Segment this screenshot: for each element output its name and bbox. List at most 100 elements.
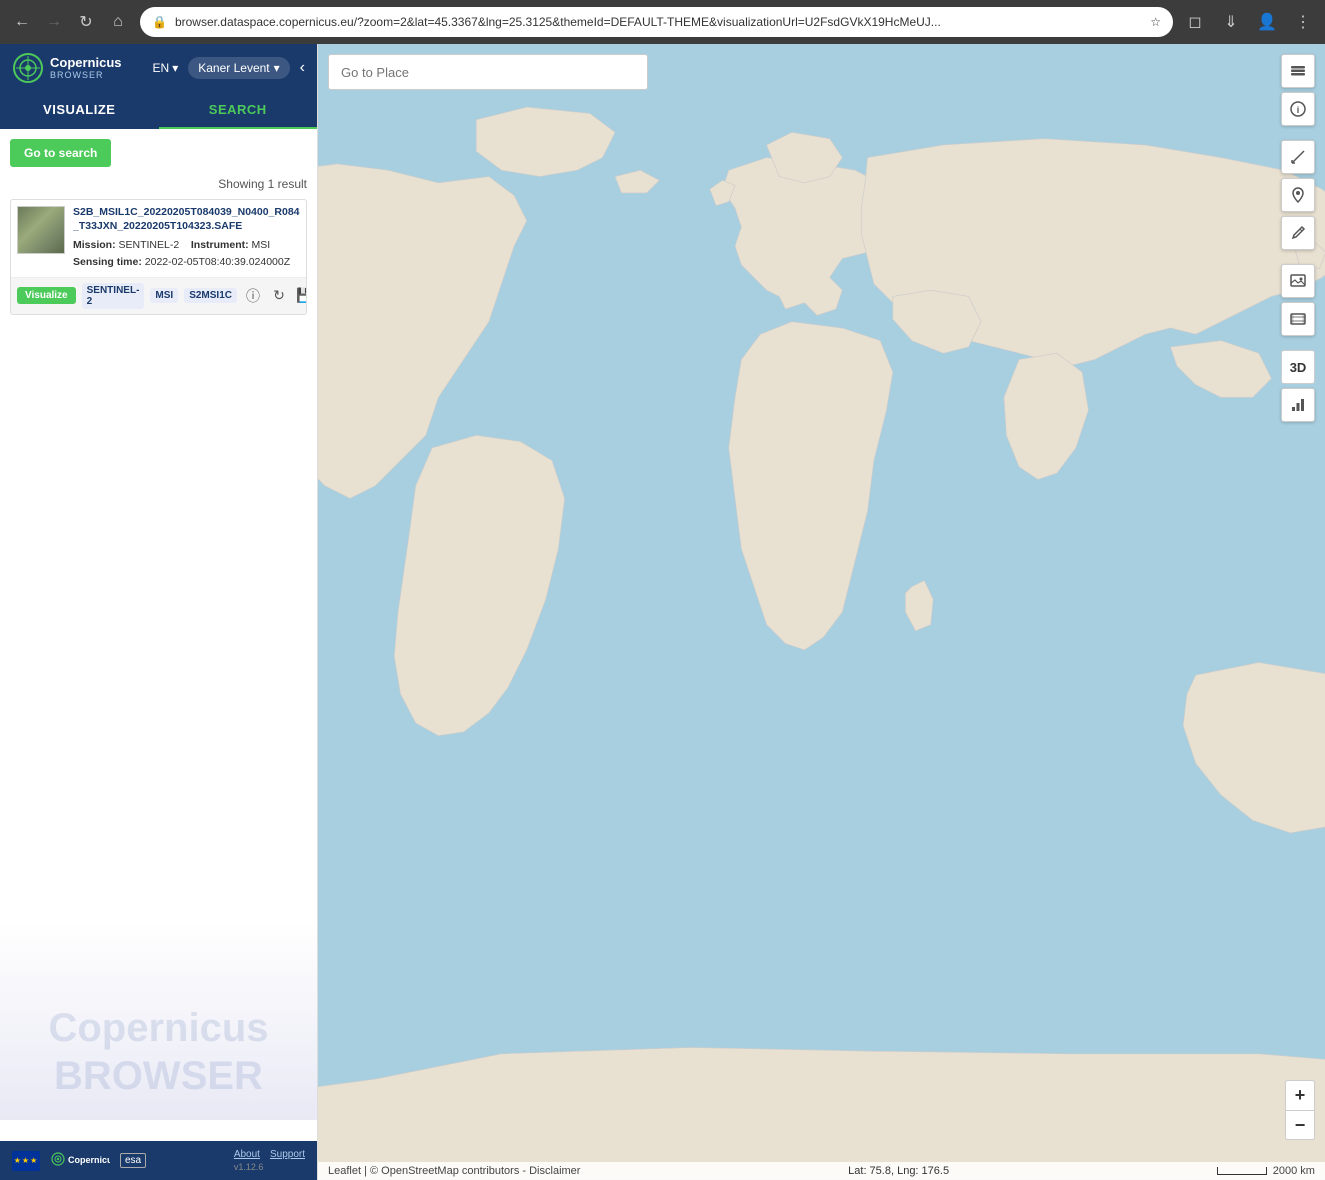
draw-icon xyxy=(1289,224,1307,242)
home-button[interactable]: ⌂ xyxy=(104,8,132,36)
map-scale: 2000 km xyxy=(1217,1165,1315,1177)
thumbnail-image xyxy=(18,207,64,253)
instrument-label: Instrument: xyxy=(191,239,249,251)
sensing-value: 2022-02-05T08:40:39.024000Z xyxy=(145,256,290,268)
result-actions: Visualize SENTINEL-2 MSI S2MSI1C ⓘ ↻ 💾 ⇓ xyxy=(11,277,306,314)
reload-button[interactable]: ↻ xyxy=(72,8,100,36)
sidebar-back-button[interactable]: ‹ xyxy=(300,59,305,77)
user-menu-button[interactable]: Kaner Levent ▾ xyxy=(188,57,289,79)
layers-button[interactable] xyxy=(1281,54,1315,88)
tag-sentinel2: SENTINEL-2 xyxy=(82,283,145,309)
location-button[interactable] xyxy=(1281,178,1315,212)
search-content: Go to search Showing 1 result S2B_MSIL1C… xyxy=(0,129,317,333)
watermark-logo-text: CopernicusBROWSER xyxy=(48,1004,268,1100)
lang-selector[interactable]: EN ▾ xyxy=(153,61,179,75)
user-name: Kaner Levent xyxy=(198,61,269,75)
sidebar-header: Copernicus BROWSER EN ▾ Kaner Levent ▾ ‹ xyxy=(0,44,317,92)
lang-text: EN xyxy=(153,61,170,75)
menu-button[interactable]: ⋮ xyxy=(1289,8,1317,36)
logo-sub: BROWSER xyxy=(50,70,122,80)
address-bar[interactable]: 🔒 browser.dataspace.copernicus.eu/?zoom=… xyxy=(140,7,1173,37)
sidebar-watermark: CopernicusBROWSER xyxy=(0,920,317,1120)
map-search-input[interactable] xyxy=(328,54,648,90)
browser-actions: ◻ ⇓ 👤 ⋮ xyxy=(1181,8,1317,36)
save-action-button[interactable]: 💾 xyxy=(295,286,307,306)
sidebar: Copernicus BROWSER EN ▾ Kaner Levent ▾ ‹… xyxy=(0,44,318,1180)
footer-logos: ★★★ Copernicus esa xyxy=(12,1151,146,1171)
logo-text-area: Copernicus BROWSER xyxy=(50,56,122,80)
map-toolbar-right: i xyxy=(1281,54,1315,422)
lang-arrow: ▾ xyxy=(172,61,178,75)
map-search-bar xyxy=(328,54,1265,90)
visualize-button[interactable]: Visualize xyxy=(17,287,76,304)
go-to-search-button[interactable]: Go to search xyxy=(10,139,111,167)
chart-button[interactable] xyxy=(1281,388,1315,422)
attribution-text: Leaflet | © OpenStreetMap contributors -… xyxy=(328,1165,580,1177)
eu-flag-icon: ★★★ xyxy=(12,1151,40,1171)
3d-button[interactable]: 3D xyxy=(1281,350,1315,384)
chart-icon xyxy=(1289,396,1307,414)
result-info: S2B_MSIL1C_20220205T084039_N0400_R084_T3… xyxy=(73,206,300,271)
map-area[interactable]: i xyxy=(318,44,1325,1180)
url-text: browser.dataspace.copernicus.eu/?zoom=2&… xyxy=(175,15,1142,29)
browser-nav-buttons: ← → ↻ ⌂ xyxy=(8,8,132,36)
location-icon xyxy=(1289,186,1307,204)
profile-button[interactable]: 👤 xyxy=(1253,8,1281,36)
copernicus-footer-icon: Copernicus xyxy=(50,1151,110,1167)
footer-esa-logo: esa xyxy=(120,1153,146,1168)
zoom-in-button[interactable]: + xyxy=(1285,1080,1315,1110)
star-icon[interactable]: ☆ xyxy=(1150,15,1161,29)
scale-label: 2000 km xyxy=(1273,1165,1315,1177)
support-link[interactable]: Support xyxy=(270,1149,305,1160)
user-arrow: ▾ xyxy=(274,61,280,75)
footer-links: About Support xyxy=(234,1149,305,1160)
svg-text:Copernicus: Copernicus xyxy=(68,1155,110,1165)
download-button[interactable]: ⇓ xyxy=(1217,8,1245,36)
result-card-top: S2B_MSIL1C_20220205T084039_N0400_R084_T3… xyxy=(11,200,306,277)
copernicus-logo-icon xyxy=(12,52,44,84)
image-search-icon xyxy=(1289,272,1307,290)
layers-icon xyxy=(1289,62,1307,80)
action-icons: ⓘ ↻ 💾 ⇓ xyxy=(243,286,307,306)
sensing-label: Sensing time: xyxy=(73,256,142,268)
main-layout: Copernicus BROWSER EN ▾ Kaner Levent ▾ ‹… xyxy=(0,44,1325,1180)
attribution-links: Leaflet | © OpenStreetMap contributors -… xyxy=(328,1165,580,1177)
info-icon: i xyxy=(1289,100,1307,118)
scale-bar xyxy=(1217,1167,1267,1175)
result-thumbnail xyxy=(17,206,65,254)
mission-value: SENTINEL-2 xyxy=(119,239,180,251)
tab-visualize[interactable]: VISUALIZE xyxy=(0,92,159,129)
lock-icon: 🔒 xyxy=(152,15,167,29)
instrument-value: MSI xyxy=(252,239,271,251)
tag-msi: MSI xyxy=(150,288,178,303)
measure-icon xyxy=(1289,148,1307,166)
zoom-out-button[interactable]: − xyxy=(1285,1110,1315,1140)
result-card: S2B_MSIL1C_20220205T084039_N0400_R084_T3… xyxy=(10,199,307,315)
compare-action-button[interactable]: ↻ xyxy=(269,286,289,306)
info-action-button[interactable]: ⓘ xyxy=(243,286,263,306)
footer-copernicus-logo: Copernicus xyxy=(50,1151,110,1170)
extensions-button[interactable]: ◻ xyxy=(1181,8,1209,36)
tab-search[interactable]: SEARCH xyxy=(159,92,318,129)
nav-tabs: VISUALIZE SEARCH xyxy=(0,92,317,129)
logo-area: Copernicus BROWSER xyxy=(12,52,122,84)
toolbar-separator-3 xyxy=(1281,340,1315,346)
about-link[interactable]: About xyxy=(234,1149,260,1160)
logo-brand: Copernicus xyxy=(50,56,122,70)
draw-button[interactable] xyxy=(1281,216,1315,250)
info-button[interactable]: i xyxy=(1281,92,1315,126)
back-button[interactable]: ← xyxy=(8,8,36,36)
sidebar-footer: ★★★ Copernicus esa About Support xyxy=(0,1141,317,1180)
result-title: S2B_MSIL1C_20220205T084039_N0400_R084_T3… xyxy=(73,206,300,233)
world-map-svg xyxy=(318,44,1325,1180)
results-info: Showing 1 result xyxy=(10,177,307,191)
footer-right: About Support v1.12.6 xyxy=(234,1149,305,1172)
measure-button[interactable] xyxy=(1281,140,1315,174)
image-search-button[interactable] xyxy=(1281,264,1315,298)
eu-stars: ★★★ xyxy=(14,1156,39,1165)
svg-text:i: i xyxy=(1297,105,1300,115)
forward-button[interactable]: → xyxy=(40,8,68,36)
film-button[interactable] xyxy=(1281,302,1315,336)
footer-version: v1.12.6 xyxy=(234,1162,305,1172)
map-attribution: Leaflet | © OpenStreetMap contributors -… xyxy=(318,1162,1325,1180)
